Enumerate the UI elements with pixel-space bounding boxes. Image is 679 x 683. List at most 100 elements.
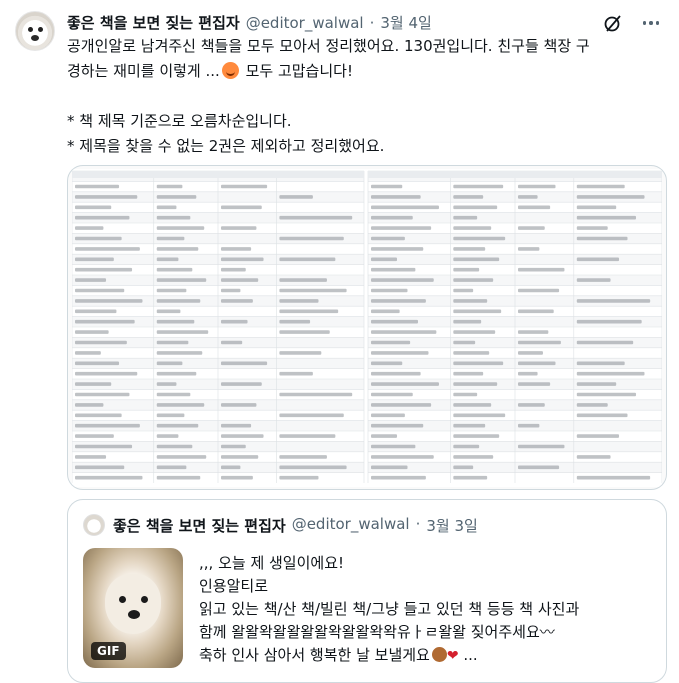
- attached-image[interactable]: [67, 165, 667, 490]
- sheet-cell-text: [576, 413, 628, 418]
- sheet-cell-text: [576, 278, 611, 282]
- sheet-cell-text: [518, 195, 538, 199]
- sheet-cell-text: [279, 257, 336, 262]
- sheet-cell-text: [576, 215, 637, 220]
- sheet-cell-text: [75, 319, 135, 324]
- sheet-cell-text: [576, 434, 620, 438]
- sheet-cell-text: [221, 465, 241, 470]
- sheet-cell-text: [518, 247, 540, 251]
- quoted-body: ,,, 오늘 제 생일이에요! 인용알티로 읽고 있는 책/산 책/빌린 책/그…: [199, 552, 659, 668]
- sheet-cell-text: [221, 340, 243, 345]
- sheet-cell-text: [75, 299, 143, 303]
- sheet-cell-text: [453, 236, 506, 241]
- sheet-cell-text: [453, 299, 488, 303]
- sheet-cell-text: [279, 288, 347, 293]
- sheet-cell-text: [75, 403, 104, 407]
- sheet-cell-text: [156, 465, 187, 470]
- tweet-line-4: * 책 제목 기준으로 오름차순입니다.: [67, 112, 292, 130]
- sheet-cell-text: [279, 413, 344, 418]
- sheet-cell-text: [75, 475, 143, 480]
- sheet-cell-text: [279, 371, 313, 376]
- sheet-cell-text: [518, 267, 565, 272]
- sheet-cell-text: [453, 413, 506, 418]
- sheet-cell-text: [156, 267, 193, 272]
- sheet-cell-text: [156, 361, 183, 366]
- sheet-cell-text: [371, 361, 403, 366]
- sheet-cell-text: [576, 361, 625, 366]
- sheet-cell-text: [371, 319, 418, 324]
- sheet-cell-text: [75, 205, 112, 210]
- sheet-cell-text: [453, 195, 484, 199]
- sheet-cell-text: [221, 455, 259, 459]
- sheet-cell-text: [221, 205, 262, 210]
- sheet-cell-text: [576, 319, 642, 324]
- sheet-cell-text: [453, 247, 486, 251]
- sheet-cell-text: [576, 475, 651, 480]
- sheet-cell-text: [221, 257, 264, 262]
- sheet-cell-text: [279, 434, 336, 438]
- sheet-cell-text: [156, 403, 205, 407]
- sheet-cell-text: [453, 340, 476, 345]
- sheet-cell-text: [576, 403, 608, 407]
- sheet-cell-text: [371, 299, 426, 303]
- sheet-cell-text: [156, 371, 197, 376]
- sheet-cell-text: [518, 351, 543, 355]
- sheet-cell-text: [453, 361, 504, 366]
- quoted-header: 좋은 책을 보면 짖는 편집자 @editor_walwal · 3월 3일: [113, 515, 478, 536]
- sheet-cell-text: [75, 226, 104, 230]
- author-avatar[interactable]: [15, 11, 55, 51]
- sheet-cell-text: [371, 465, 408, 470]
- tweet-line-2-suffix: 모두 고맙습니다!: [240, 62, 353, 80]
- sheet-cell-text: [518, 444, 565, 449]
- sheet-cell-text: [75, 257, 114, 262]
- tweet-line-2: 경하는 재미를 이렇게 ... 모두 고맙습니다!: [67, 59, 667, 84]
- author-name[interactable]: 좋은 책을 보면 짖는 편집자: [67, 12, 240, 33]
- sheet-cell-text: [576, 184, 625, 189]
- sheet-cell-text: [279, 236, 344, 241]
- sheet-cell-text: [75, 340, 127, 345]
- sheet-cell-text: [576, 382, 617, 386]
- sheet-cell-text: [576, 455, 611, 459]
- sheet-cell-text: [371, 413, 405, 418]
- sheet-cell-text: [156, 340, 189, 345]
- sheet-header-row: [368, 171, 662, 178]
- sheet-cell-text: [156, 195, 197, 199]
- sheet-cell-text: [518, 371, 538, 376]
- grok-icon[interactable]: [603, 13, 623, 33]
- tweet-body: 공개인알로 남겨주신 책들을 모두 모아서 정리했어요. 130권입니다. 친구…: [67, 34, 667, 159]
- author-handle[interactable]: @editor_walwal: [246, 14, 364, 32]
- quoted-line-4: 함께 왈왈왁왈왈왈왈왁왈왈왁왁유ㅏㄹ왈왈 짖어주세요〰: [199, 623, 555, 641]
- sheet-cell-text: [371, 226, 432, 230]
- sheet-cell-text: [453, 434, 500, 438]
- sheet-cell-text: [371, 205, 439, 210]
- sheet-cell-text: [279, 475, 319, 480]
- sheet-cell-text: [576, 299, 651, 303]
- sheet-cell-text: [75, 413, 122, 418]
- sheet-cell-text: [518, 465, 560, 470]
- sheet-cell-text: [156, 184, 183, 189]
- quoted-separator: ·: [415, 515, 421, 533]
- sheet-cell-text: [453, 423, 486, 428]
- sheet-cell-text: [75, 434, 114, 438]
- sheet-cell-text: [156, 413, 185, 418]
- sheet-cell-text: [75, 382, 112, 386]
- more-icon[interactable]: [640, 12, 662, 34]
- sheet-cell-text: [371, 392, 413, 397]
- quoted-line-1: ,,, 오늘 제 생일이에요!: [199, 554, 345, 572]
- sheet-cell-text: [221, 403, 257, 407]
- sheet-cell-text: [518, 403, 545, 407]
- gif-thumbnail[interactable]: GIF: [83, 548, 183, 668]
- tweet-date[interactable]: 3월 4일: [380, 12, 431, 33]
- quoted-tweet[interactable]: 좋은 책을 보면 짖는 편집자 @editor_walwal · 3월 3일 G…: [67, 499, 667, 683]
- sheet-cell-text: [371, 340, 411, 345]
- quoted-date: 3월 3일: [426, 517, 478, 535]
- sheet-cell-text: [453, 267, 480, 272]
- sheet-cell-text: [576, 205, 617, 210]
- sheet-cell-text: [371, 403, 432, 407]
- sheet-cell-text: [156, 392, 191, 397]
- sheet-cell-text: [221, 423, 252, 428]
- sheet-cell-text: [156, 226, 205, 230]
- sheet-cell-text: [221, 319, 248, 324]
- avatar-nose: [31, 35, 39, 41]
- spreadsheet-drawing: [72, 170, 662, 483]
